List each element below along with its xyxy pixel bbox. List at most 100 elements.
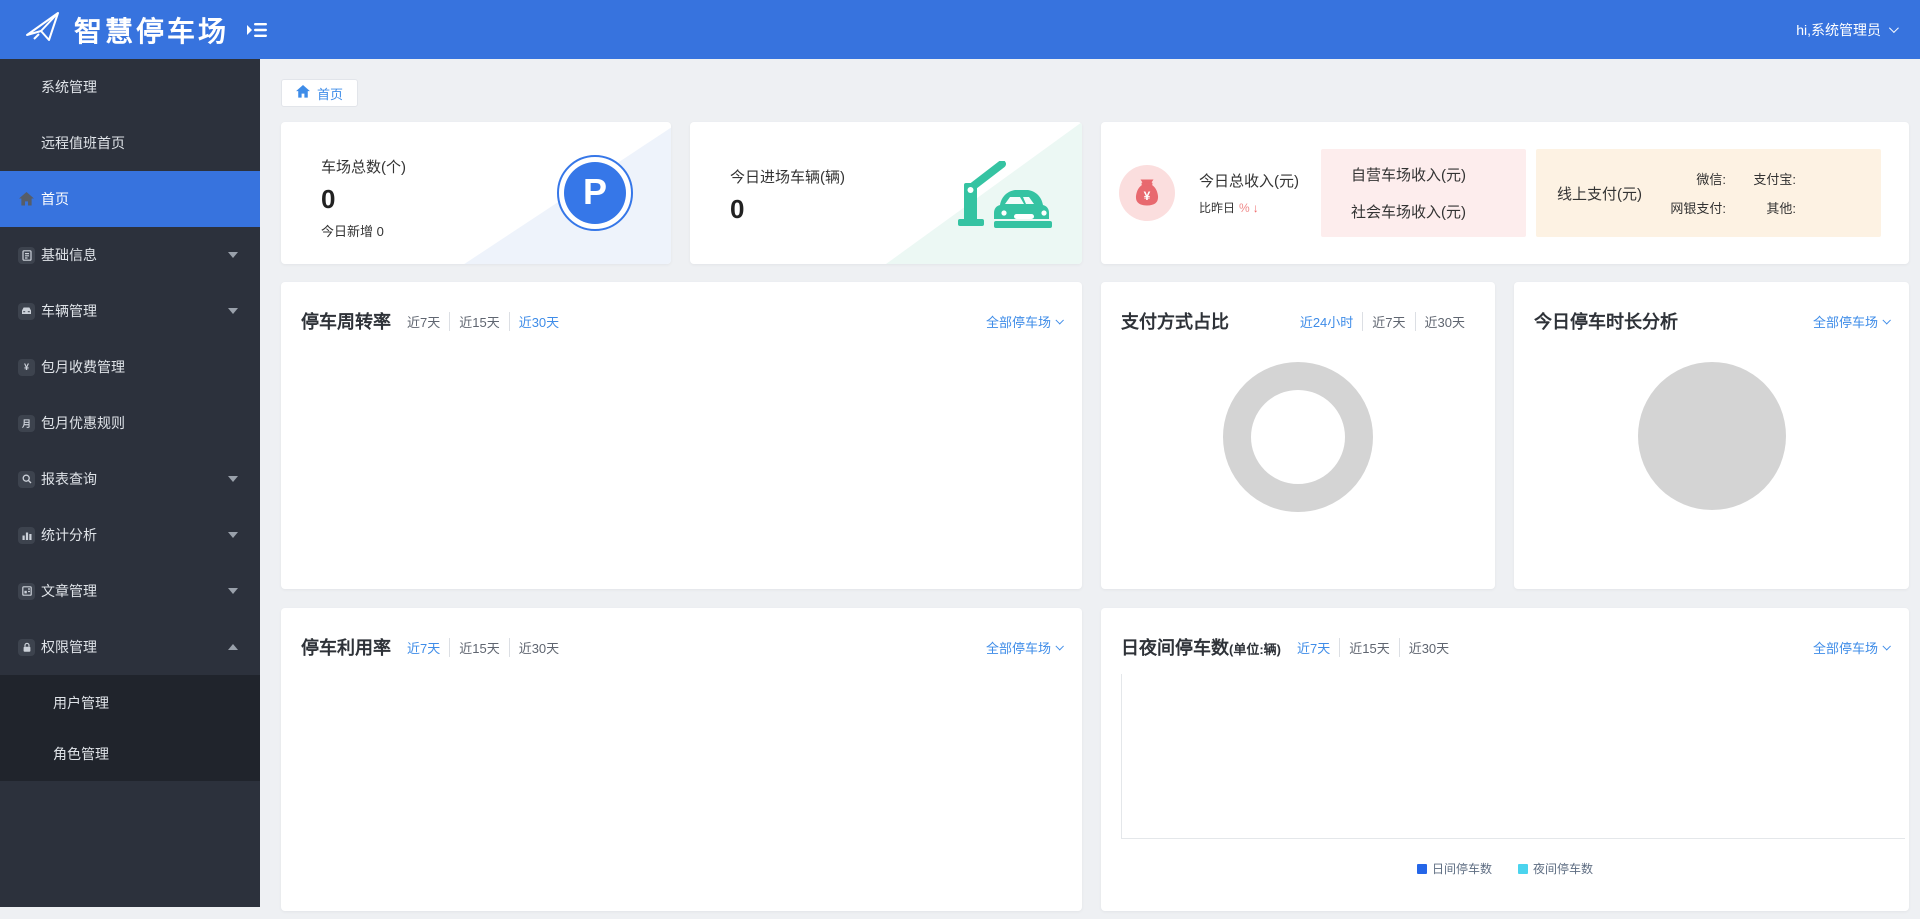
park-selector[interactable]: 全部停车场 (1813, 312, 1891, 331)
sidebar-nav: 系统管理 远程值班首页 首页 基础信息 车辆管理 ¥ 包月收费管理 月 包月优惠… (0, 59, 260, 907)
today-entries-card: 今日进场车辆(辆) 0 (690, 122, 1082, 264)
legend-swatch-day (1416, 863, 1427, 874)
chevron-down-icon (228, 476, 238, 482)
turnover-title: 停车周转率 (301, 312, 391, 332)
sidebar-item-label: 系统管理 (41, 79, 97, 95)
payment-ratio-card: 支付方式占比 近24小时 近7天 近30天 (1101, 282, 1495, 589)
utilization-filters: 近7天 近15天 近30天 (407, 637, 559, 657)
park-selector[interactable]: 全部停车场 (1813, 638, 1891, 657)
sidebar-item-label: 统计分析 (41, 527, 97, 543)
sidebar-item-label: 车辆管理 (41, 303, 97, 319)
article-layout-icon (18, 582, 35, 600)
money-icon: ¥ (18, 358, 35, 376)
filter-24h[interactable]: 近24小时 (1300, 311, 1364, 331)
legend-swatch-night (1518, 863, 1528, 874)
sidebar-subitem-user-management[interactable]: 用户管理 (0, 677, 260, 728)
filter-7d[interactable]: 近7天 (1297, 637, 1341, 657)
chevron-down-icon (228, 252, 238, 258)
day-night-filters: 近7天 近15天 近30天 (1297, 637, 1449, 657)
sidebar-item-monthly-discount-rules[interactable]: 月 包月优惠规则 (0, 395, 260, 451)
app-title: 智慧停车场 (74, 15, 230, 47)
sidebar-item-report-query[interactable]: 报表查询 (0, 451, 260, 507)
legend-item-night[interactable]: 夜间停车数 (1518, 860, 1593, 877)
chevron-down-icon (1055, 316, 1064, 325)
legend-item-day[interactable]: 日间停车数 (1416, 860, 1492, 877)
other-label: 其他: (1766, 201, 1796, 216)
sidebar-item-monthly-fee-management[interactable]: ¥ 包月收费管理 (0, 339, 260, 395)
chevron-down-icon (1055, 642, 1064, 651)
main-content: 首页 车场总数(个) 0 今日新增 0 P 今日进场车辆(辆) 0 ¥ 今日总收… (260, 59, 1920, 919)
revenue-compare: 比昨日% ↓ (1199, 201, 1259, 215)
car-icon (18, 302, 35, 320)
sidebar-item-basic-info[interactable]: 基础信息 (0, 227, 260, 283)
filter-7d[interactable]: 近7天 (407, 637, 451, 657)
svg-text:¥: ¥ (1144, 189, 1151, 203)
bar-chart-icon (18, 526, 35, 544)
filter-7d[interactable]: 近7天 (1372, 311, 1416, 331)
breadcrumb-home-label: 首页 (317, 86, 344, 102)
lock-icon (18, 638, 35, 656)
sidebar-item-home[interactable]: 首页 (0, 171, 260, 227)
document-icon (18, 246, 35, 264)
turnover-filters: 近7天 近15天 近30天 (407, 311, 559, 331)
own-park-revenue-label: 自营车场收入(元) (1351, 167, 1466, 184)
chevron-down-icon (1888, 23, 1899, 34)
sidebar-subitem-label: 角色管理 (53, 745, 109, 762)
user-menu[interactable]: hi,系统管理员 (1796, 20, 1899, 40)
filter-7d[interactable]: 近7天 (407, 311, 451, 331)
sidebar-item-label: 权限管理 (41, 639, 97, 655)
chevron-down-icon (228, 588, 238, 594)
parks-new-today: 今日新增 0 (321, 224, 384, 239)
sidebar-item-label: 基础信息 (41, 247, 97, 263)
filter-30d[interactable]: 近30天 (519, 312, 559, 331)
turnover-rate-card: 停车周转率 近7天 近15天 近30天 全部停车场 (281, 282, 1082, 589)
sidebar-item-system-management[interactable]: 系统管理 (0, 59, 260, 115)
chevron-down-icon (1882, 316, 1891, 325)
sidebar-subitem-role-management[interactable]: 角色管理 (0, 728, 260, 779)
chevron-up-icon (228, 644, 238, 650)
home-icon (296, 85, 310, 101)
filter-15d[interactable]: 近15天 (459, 311, 510, 331)
home-icon (18, 191, 35, 208)
filter-15d[interactable]: 近15天 (459, 637, 510, 657)
chevron-down-icon (228, 532, 238, 538)
parking-p-icon: P (557, 155, 633, 231)
permission-submenu: 用户管理 角色管理 (0, 675, 260, 781)
sidebar-item-label: 包月收费管理 (41, 359, 125, 375)
breadcrumb[interactable]: 首页 (281, 79, 359, 107)
park-revenue-panel: 自营车场收入(元) 社会车场收入(元) (1321, 149, 1526, 237)
sidebar-item-permission-management[interactable]: 权限管理 (0, 619, 260, 675)
filter-30d[interactable]: 近30天 (519, 638, 559, 657)
duration-title: 今日停车时长分析 (1534, 312, 1678, 332)
utilization-rate-card: 停车利用率 近7天 近15天 近30天 全部停车场 (281, 608, 1082, 911)
filter-30d[interactable]: 近30天 (1409, 638, 1449, 657)
social-park-revenue-label: 社会车场收入(元) (1351, 204, 1466, 221)
barrier-gate-car-icon (956, 160, 1052, 248)
sidebar-subitem-label: 用户管理 (53, 694, 109, 711)
filter-30d[interactable]: 近30天 (1425, 312, 1465, 331)
money-bag-icon: ¥ (1119, 165, 1175, 221)
online-payment-label: 线上支付(元) (1557, 185, 1642, 203)
sidebar-item-label: 报表查询 (41, 471, 97, 487)
menu-fold-icon[interactable] (247, 21, 268, 39)
day-night-chart-axes (1121, 674, 1905, 839)
park-selector[interactable]: 全部停车场 (986, 312, 1064, 331)
user-greeting: hi,系统管理员 (1796, 21, 1881, 38)
payment-filters: 近24小时 近7天 近30天 (1300, 311, 1465, 331)
day-night-title: 日夜间停车数(单位:辆) (1121, 638, 1281, 658)
wechat-label: 微信: (1696, 172, 1726, 187)
payment-ratio-title: 支付方式占比 (1121, 312, 1229, 332)
sidebar-item-vehicle-management[interactable]: 车辆管理 (0, 283, 260, 339)
sidebar-item-remote-duty-home[interactable]: 远程值班首页 (0, 115, 260, 171)
search-icon (18, 470, 35, 488)
today-revenue-title: 今日总收入(元) (1199, 173, 1299, 190)
arrow-down-icon: ↓ (1252, 201, 1259, 215)
month-icon: 月 (18, 414, 35, 432)
sidebar-item-article-management[interactable]: 文章管理 (0, 563, 260, 619)
park-selector[interactable]: 全部停车场 (986, 638, 1064, 657)
sidebar-item-statistics-analysis[interactable]: 统计分析 (0, 507, 260, 563)
filter-15d[interactable]: 近15天 (1349, 637, 1400, 657)
sidebar-item-label: 包月优惠规则 (41, 415, 125, 431)
utilization-title: 停车利用率 (301, 638, 391, 658)
empty-icon-slot (18, 135, 35, 152)
